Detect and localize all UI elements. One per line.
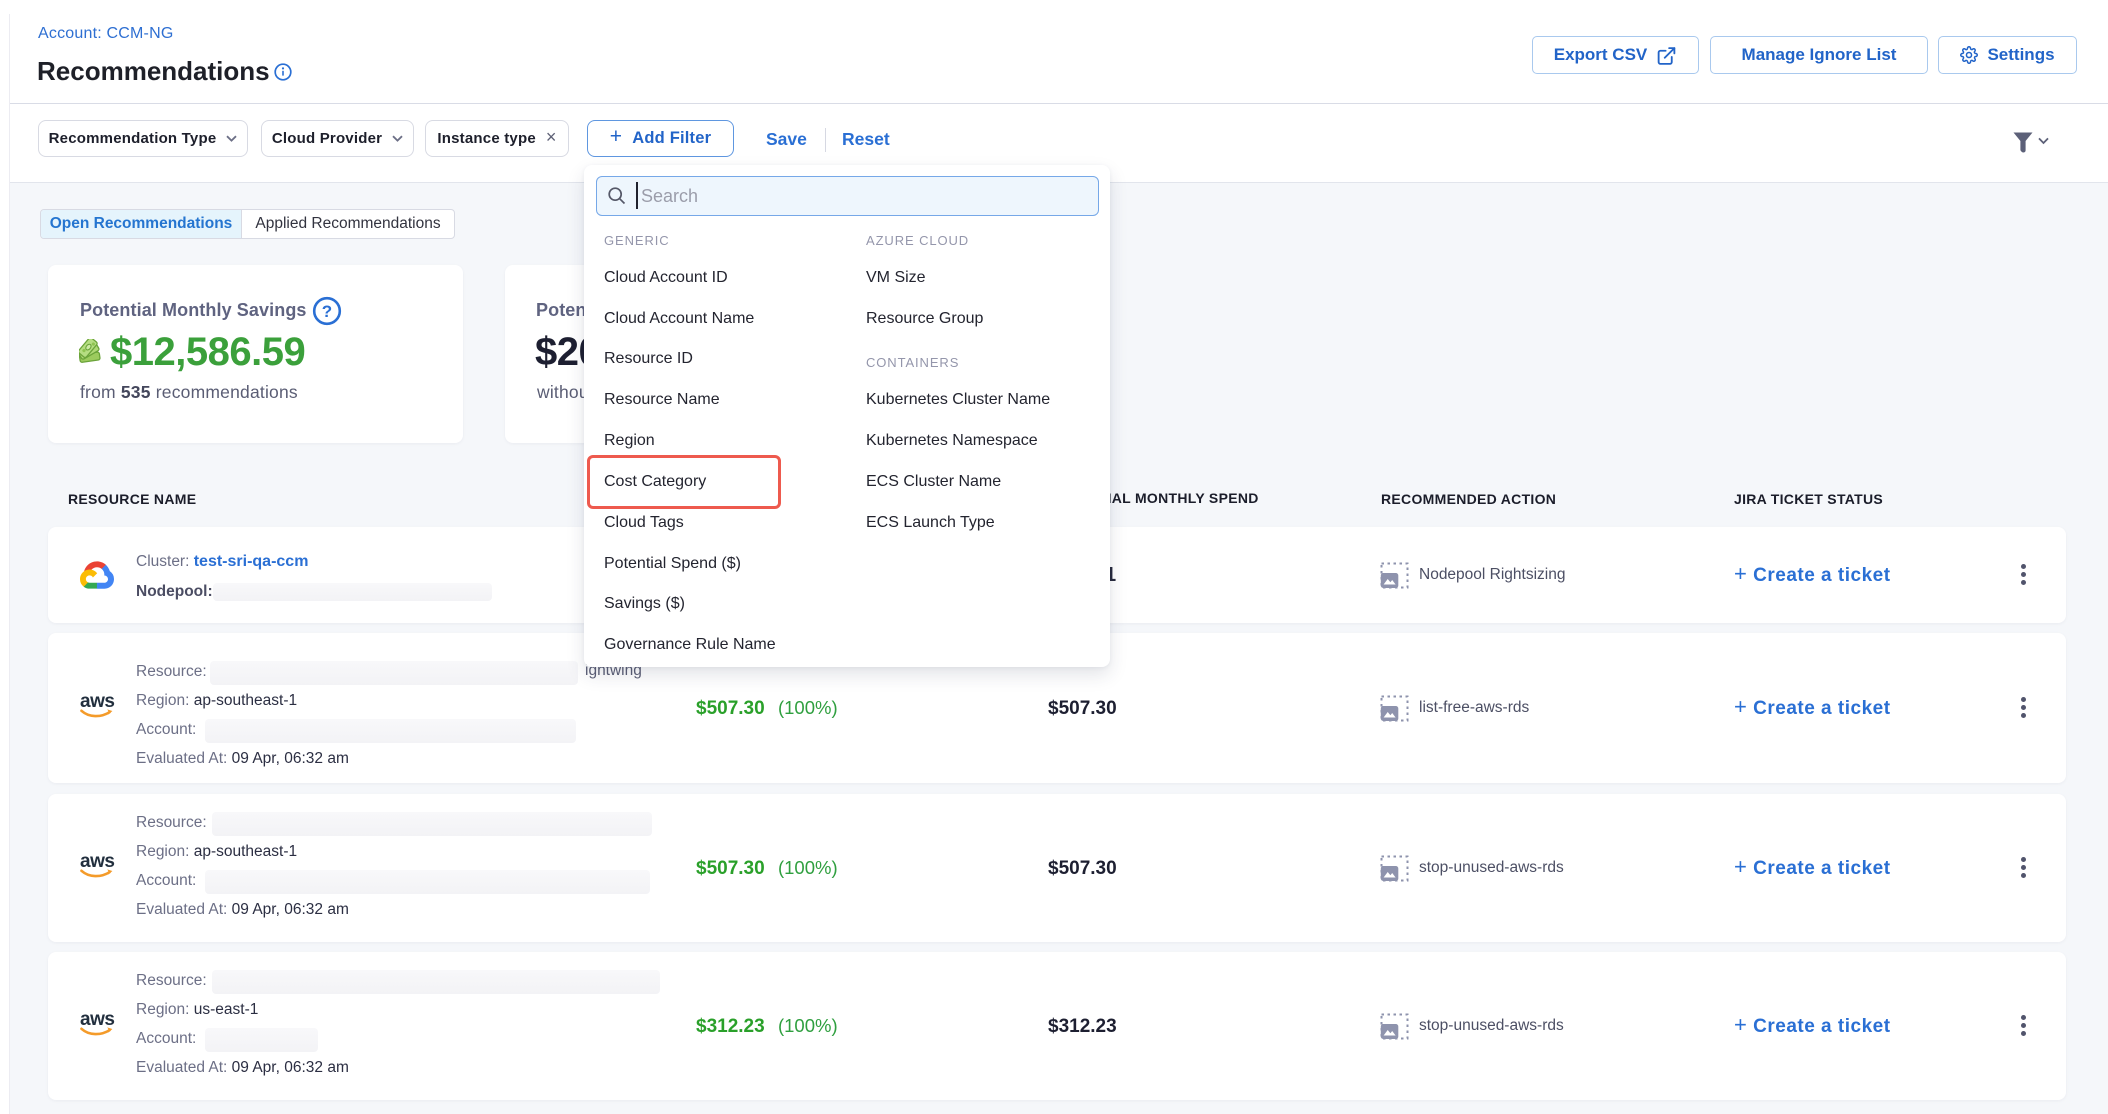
svg-text:?: ? xyxy=(322,302,332,321)
